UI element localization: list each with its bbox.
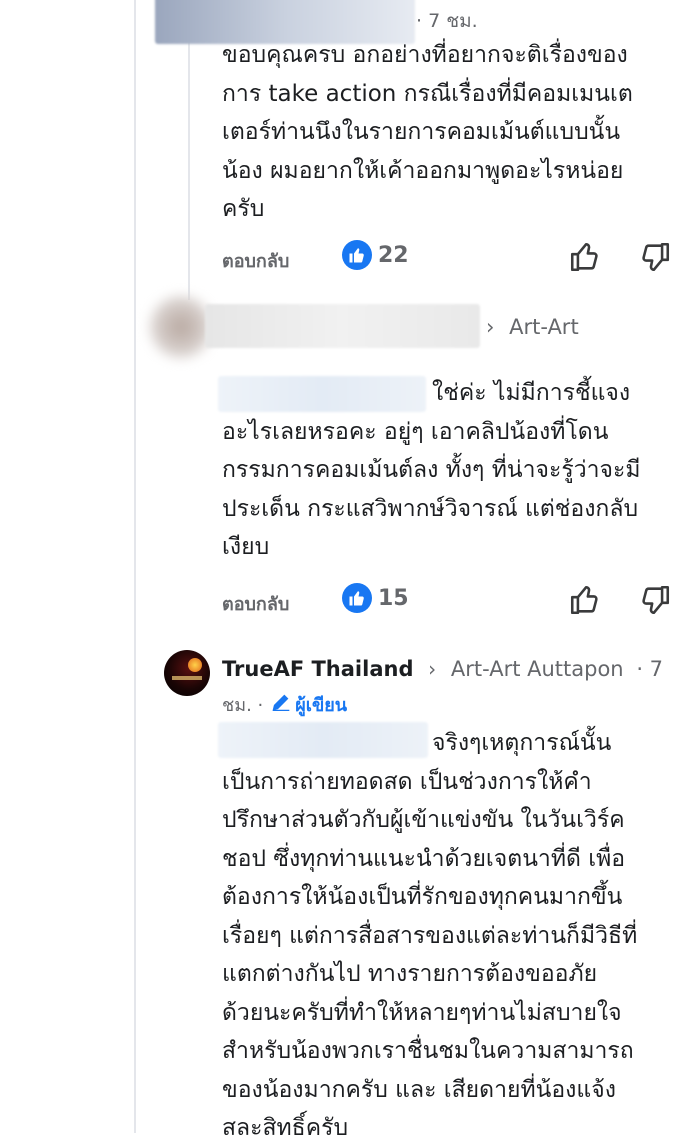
- like-count-group[interactable]: 15: [342, 583, 409, 613]
- chevron-right-icon: ›: [486, 315, 495, 339]
- logo-text-stripe: [172, 676, 202, 680]
- author-badge: ผู้เขียน: [295, 695, 348, 716]
- comment-body: จริงๆเหตุการณ์นั้น เป็นการถ่ายทอดสด เป็น…: [222, 730, 638, 1141]
- redacted-avatar: [150, 296, 212, 358]
- comment-header: › Art-Art: [486, 315, 579, 339]
- comment-meta-row: ชม. · ผู้เขียน: [222, 690, 347, 719]
- chevron-right-icon: ›: [428, 657, 437, 681]
- comment-3: TrueAF Thailand › Art-Art Auttapon · 7 ช…: [0, 640, 700, 1141]
- comment-actions: ตอบกลับ 15: [222, 583, 700, 619]
- like-count: 22: [378, 242, 409, 268]
- comment-body: ใช่ค่ะ ไม่มีการชี้แจง อะไรเลยหรอคะ อยู่ๆ…: [222, 380, 641, 560]
- pencil-icon: [271, 692, 291, 717]
- comment-body: ขอบคุณครบ อกอย่างที่อยากจะติเรื่องของ กา…: [222, 42, 633, 222]
- thumbs-up-icon[interactable]: [568, 240, 602, 274]
- like-reaction-icon: [342, 583, 372, 613]
- comment-1: · 7 ชม. ขอบคุณครบ อกอย่างที่อยากจะติเรื่…: [0, 0, 700, 290]
- comment-2: › Art-Art ใช่ค่ะ ไม่มีการชี้แจง อะไรเลยห…: [0, 290, 700, 640]
- author-name[interactable]: TrueAF Thailand: [222, 657, 413, 681]
- like-count: 15: [378, 585, 409, 611]
- thumbs-down-icon[interactable]: [638, 240, 672, 274]
- reply-to-name[interactable]: Art-Art: [509, 315, 579, 339]
- comment-actions: ตอบกลับ 22: [222, 240, 700, 276]
- thumbs-up-icon[interactable]: [568, 583, 602, 617]
- reply-button[interactable]: ตอบกลับ: [222, 246, 289, 275]
- page-avatar[interactable]: [164, 650, 210, 696]
- like-reaction-icon: [342, 240, 372, 270]
- reply-button[interactable]: ตอบกลับ: [222, 589, 289, 618]
- comment-time: · 7 ชม.: [416, 10, 478, 32]
- thumbs-down-icon[interactable]: [638, 583, 672, 617]
- comment-header: TrueAF Thailand › Art-Art Auttapon · 7: [222, 657, 663, 681]
- reply-to-name[interactable]: Art-Art Auttapon: [451, 657, 624, 681]
- like-count-group[interactable]: 22: [342, 240, 409, 270]
- comment-time: · 7: [636, 657, 664, 681]
- redacted-author-name: [205, 304, 480, 348]
- logo-mark: [188, 658, 202, 672]
- comment-time-unit: ชม. ·: [222, 695, 264, 716]
